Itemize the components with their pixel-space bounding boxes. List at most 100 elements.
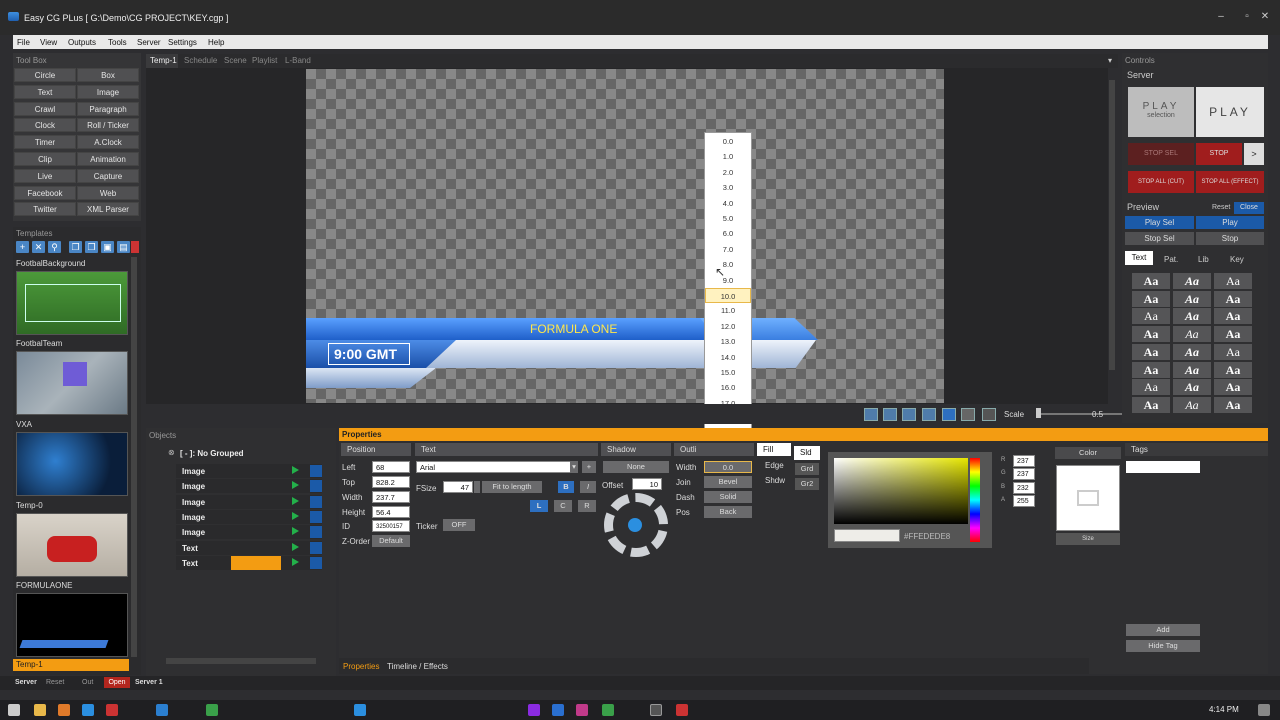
width-option[interactable]: 15.0 — [705, 365, 751, 380]
tool-circle-button[interactable]: Circle — [14, 68, 76, 82]
text-style-preset[interactable]: Aa — [1214, 361, 1252, 378]
start-icon[interactable] — [8, 704, 20, 716]
stop-all-effect-button[interactable]: STOP ALL (EFFECT) — [1196, 171, 1264, 193]
font-add-button[interactable]: + — [582, 461, 596, 473]
zorder-default-button[interactable]: Default — [372, 535, 410, 547]
bold-button[interactable]: B — [558, 481, 574, 493]
left-field[interactable]: 68 — [372, 461, 410, 473]
text-style-preset[interactable]: Aa — [1173, 290, 1211, 307]
tool-a-clock-button[interactable]: A.Clock — [77, 135, 139, 150]
objects-scrollbar[interactable] — [166, 658, 316, 664]
object-row[interactable]: Image — [176, 464, 322, 478]
stop-sel-button[interactable]: STOP SEL — [1128, 143, 1194, 165]
align-left-button[interactable]: L — [530, 500, 548, 512]
status-reset[interactable]: Reset — [46, 679, 64, 686]
play-icon[interactable] — [292, 481, 299, 490]
menu-server[interactable]: Server — [137, 38, 161, 47]
picker-icon[interactable] — [982, 408, 996, 421]
font-select[interactable]: Arial — [416, 461, 578, 473]
join-select[interactable]: Bevel — [704, 476, 752, 488]
play-icon[interactable] — [292, 466, 299, 474]
page-icon[interactable] — [942, 408, 956, 421]
align-center-button[interactable]: C — [554, 500, 572, 512]
chrome-icon[interactable] — [206, 704, 218, 716]
play-icon[interactable] — [292, 527, 299, 536]
fsize-stepper[interactable] — [474, 481, 480, 493]
width-option[interactable]: 4.0 — [705, 196, 751, 211]
g-field[interactable]: 237 — [1013, 468, 1035, 480]
object-visibility-icon[interactable] — [310, 495, 322, 508]
text-style-preset[interactable]: Aa — [1214, 379, 1252, 396]
menu-help[interactable]: Help — [208, 38, 224, 47]
fit-icon[interactable] — [902, 408, 916, 421]
text-style-preset[interactable]: Aa — [1173, 273, 1211, 289]
solid-tab[interactable]: Sld — [794, 446, 820, 460]
status-out[interactable]: Out — [82, 679, 93, 686]
tool-crawl-button[interactable]: Crawl — [14, 101, 76, 116]
tool-image-button[interactable]: Image — [77, 84, 139, 99]
scale-slider-knob[interactable] — [1036, 408, 1041, 418]
width-option[interactable]: 14.0 — [705, 350, 751, 365]
remove-icon[interactable] — [131, 241, 139, 253]
stop-all-cut-button[interactable]: STOP ALL (CUT) — [1128, 171, 1194, 193]
width-option[interactable]: 10.0 — [705, 288, 751, 303]
object-row[interactable]: Image — [176, 479, 322, 494]
close-button[interactable]: Close — [1234, 202, 1264, 214]
tabs-dropdown-icon[interactable]: ▾ — [1108, 56, 1112, 65]
shdw-tab[interactable]: Shdw — [765, 476, 785, 485]
skype-icon[interactable] — [82, 704, 94, 716]
app-icon-red2[interactable] — [676, 704, 688, 716]
grid-icon[interactable] — [922, 408, 936, 421]
width-option[interactable]: 9.0 — [705, 273, 751, 288]
size-button[interactable]: Size — [1056, 533, 1120, 545]
tool-box-button[interactable]: Box — [77, 68, 139, 82]
stop-sel-preview-button[interactable]: Stop Sel — [1125, 232, 1194, 245]
time-text-selected[interactable]: 9:00 GMT — [328, 343, 410, 365]
canvas-scrollbar[interactable] — [1109, 80, 1115, 370]
preview-play-button[interactable]: Play — [1196, 216, 1264, 229]
easycg-icon[interactable] — [650, 704, 662, 716]
pos-select[interactable]: Back — [704, 506, 752, 518]
pin-icon[interactable]: ⚲ — [48, 241, 61, 253]
copy-icon[interactable]: ❐ — [69, 241, 82, 253]
width-option[interactable]: 16.0 — [705, 380, 751, 395]
aftereffects-icon[interactable] — [576, 704, 588, 716]
edge-icon[interactable] — [156, 704, 168, 716]
object-row[interactable]: Image — [176, 494, 322, 509]
menu-outputs[interactable]: Outputs — [68, 38, 96, 47]
text-style-preset[interactable]: Aa — [1173, 308, 1211, 325]
folder-icon[interactable] — [34, 704, 46, 716]
object-visibility-icon[interactable] — [310, 465, 322, 477]
tool-clip-button[interactable]: Clip — [14, 152, 76, 166]
width-option[interactable]: 2.0 — [705, 165, 751, 180]
maximize-icon[interactable]: ▫ — [1238, 10, 1256, 24]
text-style-preset[interactable]: Aa — [1132, 361, 1170, 378]
tool-text-button[interactable]: Text — [14, 84, 76, 99]
text-style-preset[interactable]: Aa — [1173, 343, 1211, 360]
shadow-none-button[interactable]: None — [603, 461, 669, 473]
tool-paragraph-button[interactable]: Paragraph — [77, 101, 139, 116]
add-icon[interactable]: + — [16, 241, 29, 253]
tab-playlist[interactable]: Playlist — [252, 56, 277, 65]
tags-input[interactable] — [1126, 461, 1200, 473]
object-row[interactable]: Image — [176, 525, 322, 540]
tool-clock-button[interactable]: Clock — [14, 118, 76, 133]
align-right-button[interactable]: R — [578, 500, 596, 512]
width-option[interactable]: 13.0 — [705, 334, 751, 349]
save-all-icon[interactable]: ▤ — [117, 241, 130, 253]
tool-animation-button[interactable]: Animation — [77, 152, 139, 166]
template-thumb-football-team[interactable] — [16, 351, 128, 415]
text-style-preset[interactable]: Aa — [1173, 396, 1211, 413]
tool-twitter-button[interactable]: Twitter — [14, 202, 76, 217]
top-field[interactable]: 828.2 — [372, 476, 410, 488]
width-option[interactable]: 8.0 — [705, 257, 751, 272]
minimize-icon[interactable]: – — [1212, 10, 1230, 24]
menu-tools[interactable]: Tools — [108, 38, 127, 47]
menu-settings[interactable]: Settings — [168, 38, 197, 47]
checker-icon[interactable] — [961, 408, 975, 421]
tab-properties[interactable]: Properties — [343, 662, 379, 671]
hide-tag-button[interactable]: Hide Tag — [1126, 640, 1200, 652]
vlc-icon[interactable] — [58, 704, 70, 716]
text-style-preset[interactable]: Aa — [1173, 361, 1211, 378]
text-style-preset[interactable]: Aa — [1132, 343, 1170, 360]
